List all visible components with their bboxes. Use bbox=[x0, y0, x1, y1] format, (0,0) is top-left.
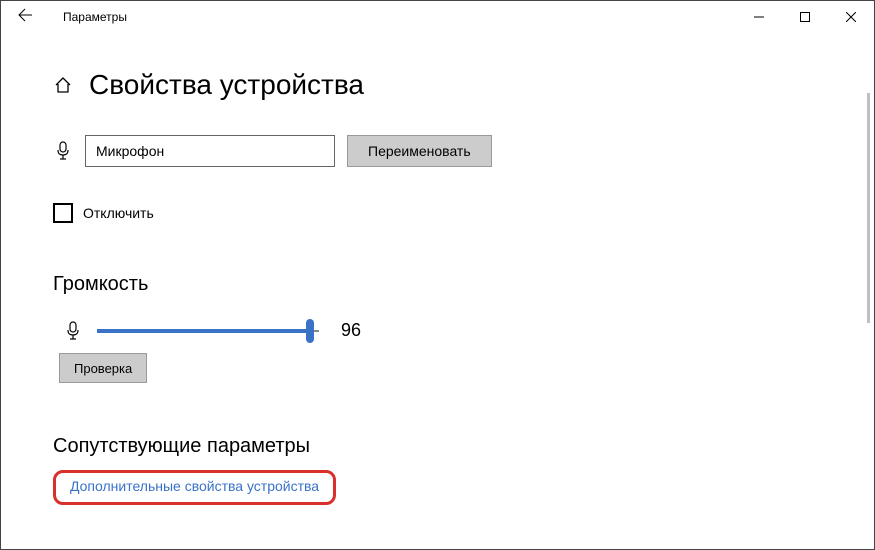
titlebar-left: Параметры bbox=[9, 1, 127, 33]
settings-window: Параметры Свойства устройства bbox=[0, 0, 875, 550]
disable-checkbox[interactable] bbox=[53, 203, 73, 223]
volume-slider[interactable] bbox=[97, 321, 319, 341]
highlight-annotation: Дополнительные свойства устройства bbox=[53, 470, 336, 505]
slider-thumb[interactable] bbox=[306, 319, 314, 343]
device-name-row: Переименовать bbox=[53, 135, 874, 167]
additional-properties-link[interactable]: Дополнительные свойства устройства bbox=[70, 478, 319, 494]
minimize-button[interactable] bbox=[736, 1, 782, 33]
content-area: Свойства устройства Переименовать Отключ… bbox=[1, 33, 874, 549]
titlebar: Параметры bbox=[1, 1, 874, 33]
volume-heading: Громкость bbox=[53, 273, 874, 296]
volume-value: 96 bbox=[341, 320, 361, 341]
page-title: Свойства устройства bbox=[89, 69, 364, 101]
app-title: Параметры bbox=[63, 10, 127, 24]
back-arrow-icon bbox=[17, 7, 33, 28]
disable-row: Отключить bbox=[53, 203, 874, 223]
maximize-button[interactable] bbox=[782, 1, 828, 33]
test-button[interactable]: Проверка bbox=[59, 353, 147, 383]
window-controls bbox=[736, 1, 874, 33]
microphone-icon bbox=[63, 321, 83, 341]
scrollbar[interactable] bbox=[867, 93, 870, 323]
rename-button[interactable]: Переименовать bbox=[347, 135, 492, 167]
related-heading: Сопутствующие параметры bbox=[53, 435, 874, 458]
device-name-input[interactable] bbox=[85, 135, 335, 167]
volume-row: 96 bbox=[63, 320, 874, 341]
slider-fill bbox=[97, 329, 310, 333]
close-button[interactable] bbox=[828, 1, 874, 33]
microphone-icon bbox=[53, 141, 73, 161]
back-button[interactable] bbox=[9, 1, 41, 33]
home-icon[interactable] bbox=[53, 75, 73, 95]
page-header: Свойства устройства bbox=[53, 69, 874, 101]
disable-label[interactable]: Отключить bbox=[83, 205, 154, 221]
